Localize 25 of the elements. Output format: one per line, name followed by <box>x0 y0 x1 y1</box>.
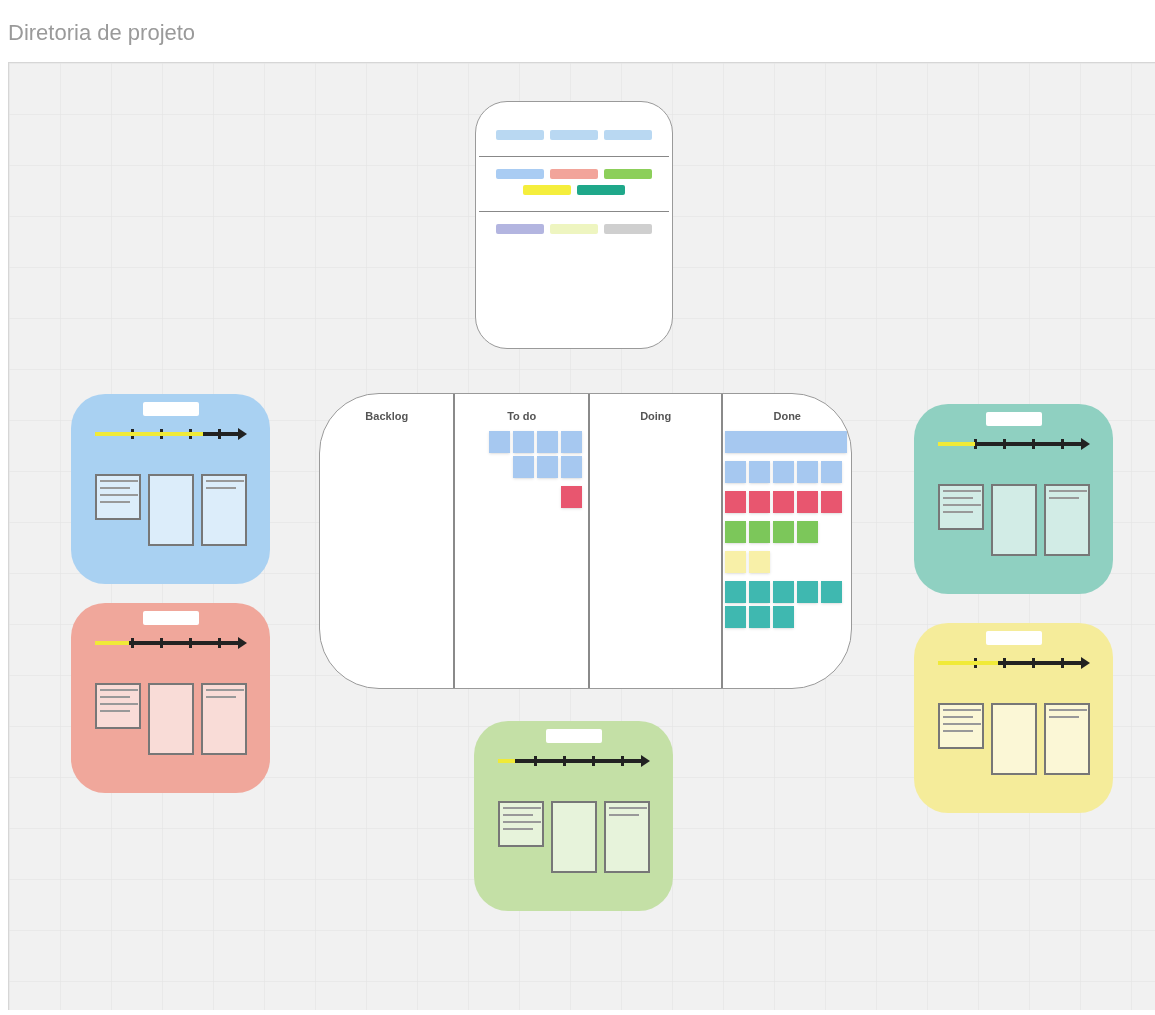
column-header: To do <box>507 409 537 424</box>
list-box <box>497 801 544 847</box>
list-box <box>1043 703 1090 775</box>
list-box <box>94 474 141 520</box>
column-header: Doing <box>640 409 672 424</box>
board-title: Diretoria de projeto <box>8 18 196 47</box>
column-header: Done <box>773 409 801 424</box>
column-header: Backlog <box>365 409 409 424</box>
list-box <box>200 683 247 755</box>
list-box <box>147 683 194 755</box>
list-box <box>603 801 650 873</box>
list-box <box>147 474 194 546</box>
title-label <box>985 631 1042 645</box>
title-label <box>545 729 602 743</box>
title-label <box>142 402 199 416</box>
list-box <box>94 683 141 729</box>
list-box <box>990 703 1037 775</box>
list-box <box>937 703 984 749</box>
title-label <box>985 412 1042 426</box>
list-box <box>200 474 247 546</box>
list-box <box>1043 484 1090 556</box>
title-label <box>142 611 199 625</box>
list-box <box>990 484 1037 556</box>
list-box <box>937 484 984 530</box>
list-box <box>550 801 597 873</box>
